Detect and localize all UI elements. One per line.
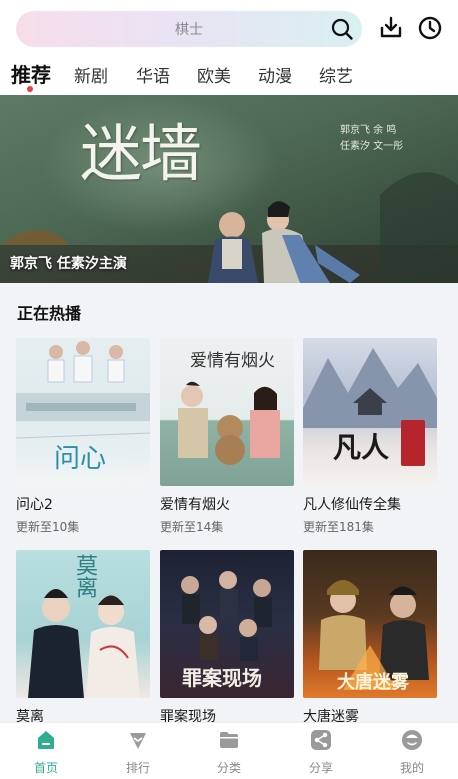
show-poster[interactable]: 罪案现场 — [160, 550, 294, 698]
show-poster-text: 问心 — [54, 444, 107, 474]
tab-chinese[interactable]: 华语 — [136, 62, 170, 87]
ranking-icon — [130, 733, 146, 749]
banner-credits-line1: 郭京飞 余 鸣 — [340, 125, 397, 136]
download-icon[interactable] — [377, 14, 405, 42]
show-poster-text: 爱情有烟火 — [190, 351, 275, 371]
show-status: 更新至10集 — [16, 520, 80, 534]
banner-credits-line2: 任素汐 文一彤 — [340, 141, 404, 152]
show-title: 问心2 — [16, 497, 53, 513]
top-bar: 棋士 推荐 新剧 华语 欧美 动漫 综艺 — [0, 0, 458, 98]
show-status: 更新至14集 — [160, 520, 224, 534]
nav-item-home[interactable]: 首页 — [0, 723, 92, 779]
show-poster-text: 大唐迷雾 — [337, 672, 409, 693]
bottom-navigation: 首页 排行 分类 分享 我的 — [0, 722, 458, 779]
home-icon — [38, 731, 54, 749]
search-placeholder: 棋士 — [175, 22, 203, 38]
show-status: 更新至181集 — [303, 520, 374, 534]
show-poster-text: 罪案现场 — [182, 666, 262, 690]
show-poster[interactable]: 莫离 — [16, 550, 150, 698]
banner-caption: 郭京飞 任素汐主演 — [10, 256, 127, 272]
show-poster[interactable]: 爱情有烟火 — [160, 338, 294, 486]
nav-item-profile[interactable]: 我的 — [366, 723, 458, 779]
nav-item-ranking[interactable]: 排行 — [92, 723, 184, 779]
share-icon — [311, 730, 331, 750]
tab-new-series[interactable]: 新剧 — [74, 62, 108, 87]
search-icon[interactable] — [330, 17, 354, 41]
show-poster-text: 凡人 — [333, 431, 390, 464]
tab-western[interactable]: 欧美 — [197, 62, 231, 87]
show-title: 爱情有烟火 — [160, 497, 230, 513]
banner-credits: 郭京飞 余 鸣 任素汐 文一彤 — [340, 123, 440, 155]
poster-seal — [401, 420, 425, 466]
nav-label-category: 分类 — [216, 761, 241, 775]
search-bar[interactable]: 棋士 — [16, 11, 362, 47]
section-title: 正在热播 — [17, 304, 82, 323]
show-poster[interactable]: 大唐迷雾 — [303, 550, 437, 698]
active-tab-indicator — [27, 86, 33, 92]
tab-variety[interactable]: 综艺 — [319, 62, 353, 87]
nav-item-share[interactable]: 分享 — [275, 723, 367, 779]
folder-icon — [220, 732, 238, 748]
history-clock-icon[interactable] — [416, 14, 444, 42]
nav-label-profile: 我的 — [399, 761, 424, 775]
nav-label-home: 首页 — [33, 761, 58, 775]
show-poster[interactable]: 问心 — [16, 338, 150, 486]
banner-poster-title: 迷墙 — [80, 117, 202, 190]
profile-icon — [402, 730, 422, 750]
show-title: 凡人修仙传全集 — [303, 497, 401, 513]
show-poster-text: 莫离 — [72, 554, 97, 598]
tab-recommend[interactable]: 推荐 — [11, 59, 51, 88]
nav-label-ranking: 排行 — [125, 761, 150, 775]
nav-label-share: 分享 — [308, 761, 333, 775]
category-tabs: 推荐 新剧 华语 欧美 动漫 综艺 — [0, 58, 458, 98]
tab-anime[interactable]: 动漫 — [258, 62, 292, 87]
nav-item-category[interactable]: 分类 — [183, 723, 275, 779]
show-poster[interactable]: 凡人 — [303, 338, 437, 486]
featured-banner[interactable]: 迷墙 郭京飞 余 鸣 任素汐 文一彤 郭京飞 任素汐主演 — [0, 95, 458, 283]
